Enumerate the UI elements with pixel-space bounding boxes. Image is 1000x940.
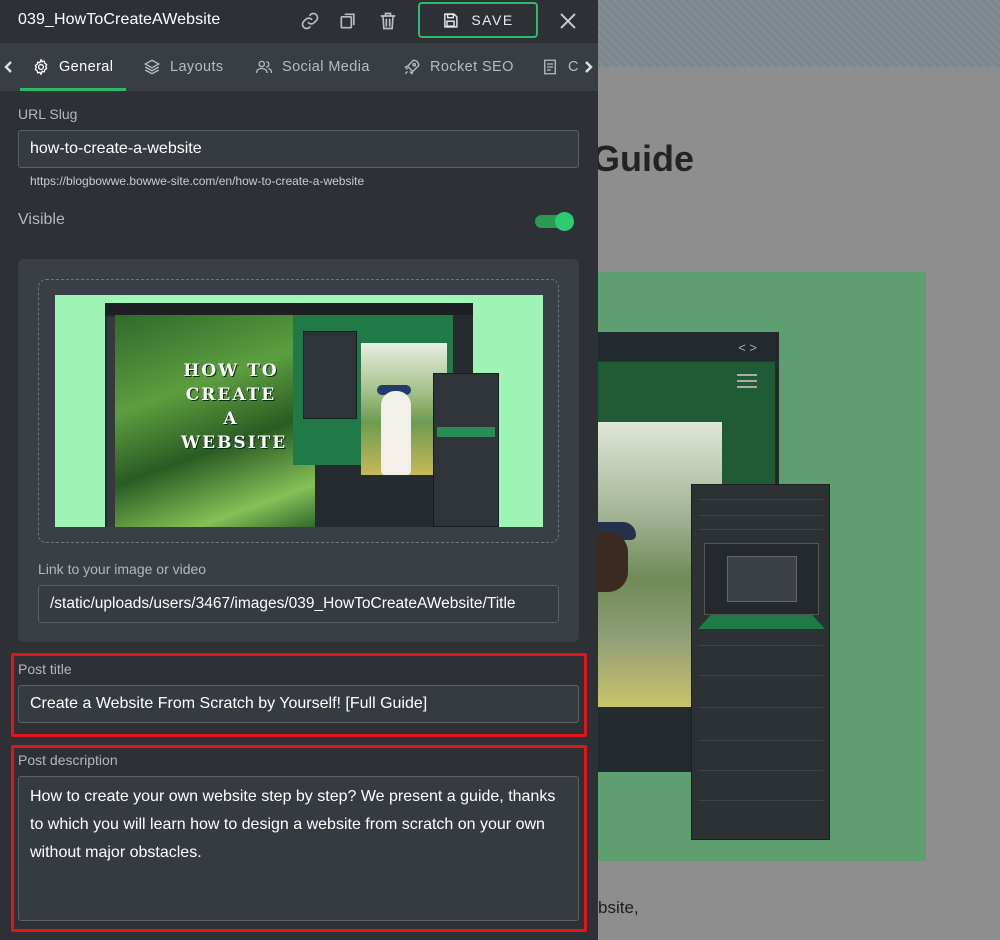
tabs-scroll-right-icon[interactable] xyxy=(581,57,595,77)
background-text: bsite, xyxy=(598,898,639,917)
tab-label: Social Media xyxy=(282,59,370,75)
page-title: 039_HowToCreateAWebsite xyxy=(18,11,221,28)
tab-social-media[interactable]: Social Media xyxy=(255,43,370,91)
close-icon[interactable] xyxy=(557,10,579,32)
media-link-input[interactable]: /static/uploads/users/3467/images/039_Ho… xyxy=(38,585,559,623)
tab-label: C xyxy=(568,59,579,75)
duplicate-icon[interactable] xyxy=(338,11,358,31)
post-settings-panel: 039_HowToCreateAWebsite SAVE General Lay… xyxy=(0,0,598,940)
tabs-scroll-left-icon[interactable] xyxy=(2,57,16,77)
tab-label: Layouts xyxy=(170,59,224,75)
url-slug-label: URL Slug xyxy=(18,106,78,122)
active-tab-indicator xyxy=(20,88,126,91)
hamburger-icon xyxy=(737,374,757,388)
url-slug-input[interactable]: how-to-create-a-website xyxy=(18,130,579,168)
post-description-label: Post description xyxy=(18,752,118,768)
visible-toggle[interactable] xyxy=(535,212,574,231)
media-link-label: Link to your image or video xyxy=(38,561,207,577)
save-button-label: SAVE xyxy=(471,12,514,28)
post-title-label: Post title xyxy=(18,661,72,677)
tab-layouts[interactable]: Layouts xyxy=(143,43,224,91)
background-editor-panel xyxy=(691,484,830,840)
visible-label: Visible xyxy=(18,211,65,228)
thumbnail-title-text: HOW TO CREATE A WEBSITE xyxy=(181,361,288,453)
tab-content[interactable]: C xyxy=(541,43,579,91)
tab-label: General xyxy=(59,59,114,75)
tab-label: Rocket SEO xyxy=(430,59,514,75)
trash-icon[interactable] xyxy=(378,11,398,31)
featured-image-thumbnail[interactable]: HOW TO CREATE A WEBSITE xyxy=(55,295,543,527)
tab-rocket-seo[interactable]: Rocket SEO xyxy=(403,43,514,91)
gear-icon xyxy=(34,58,48,76)
rocket-icon xyxy=(404,59,420,75)
post-title-input[interactable]: Create a Website From Scratch by Yoursel… xyxy=(18,685,579,723)
settings-tabs: General Layouts Social Media Rocket SEO … xyxy=(0,43,598,91)
panel-header: 039_HowToCreateAWebsite SAVE xyxy=(0,0,598,43)
background-heading: Guide xyxy=(592,138,695,179)
full-url-preview: https://blogbowwe.bowwe-site.com/en/how-… xyxy=(30,174,365,188)
floppy-disk-icon xyxy=(444,12,458,28)
users-icon xyxy=(255,60,273,74)
code-arrows-icon: < > xyxy=(738,340,757,355)
background-header xyxy=(598,0,1000,67)
layers-icon xyxy=(143,59,161,75)
link-icon[interactable] xyxy=(300,11,320,31)
save-button[interactable]: SAVE xyxy=(418,2,538,38)
post-description-textarea[interactable]: How to create your own website step by s… xyxy=(18,776,579,921)
tab-general[interactable]: General xyxy=(32,43,113,91)
image-dropzone[interactable]: HOW TO CREATE A WEBSITE xyxy=(38,279,559,543)
document-icon xyxy=(544,59,556,75)
